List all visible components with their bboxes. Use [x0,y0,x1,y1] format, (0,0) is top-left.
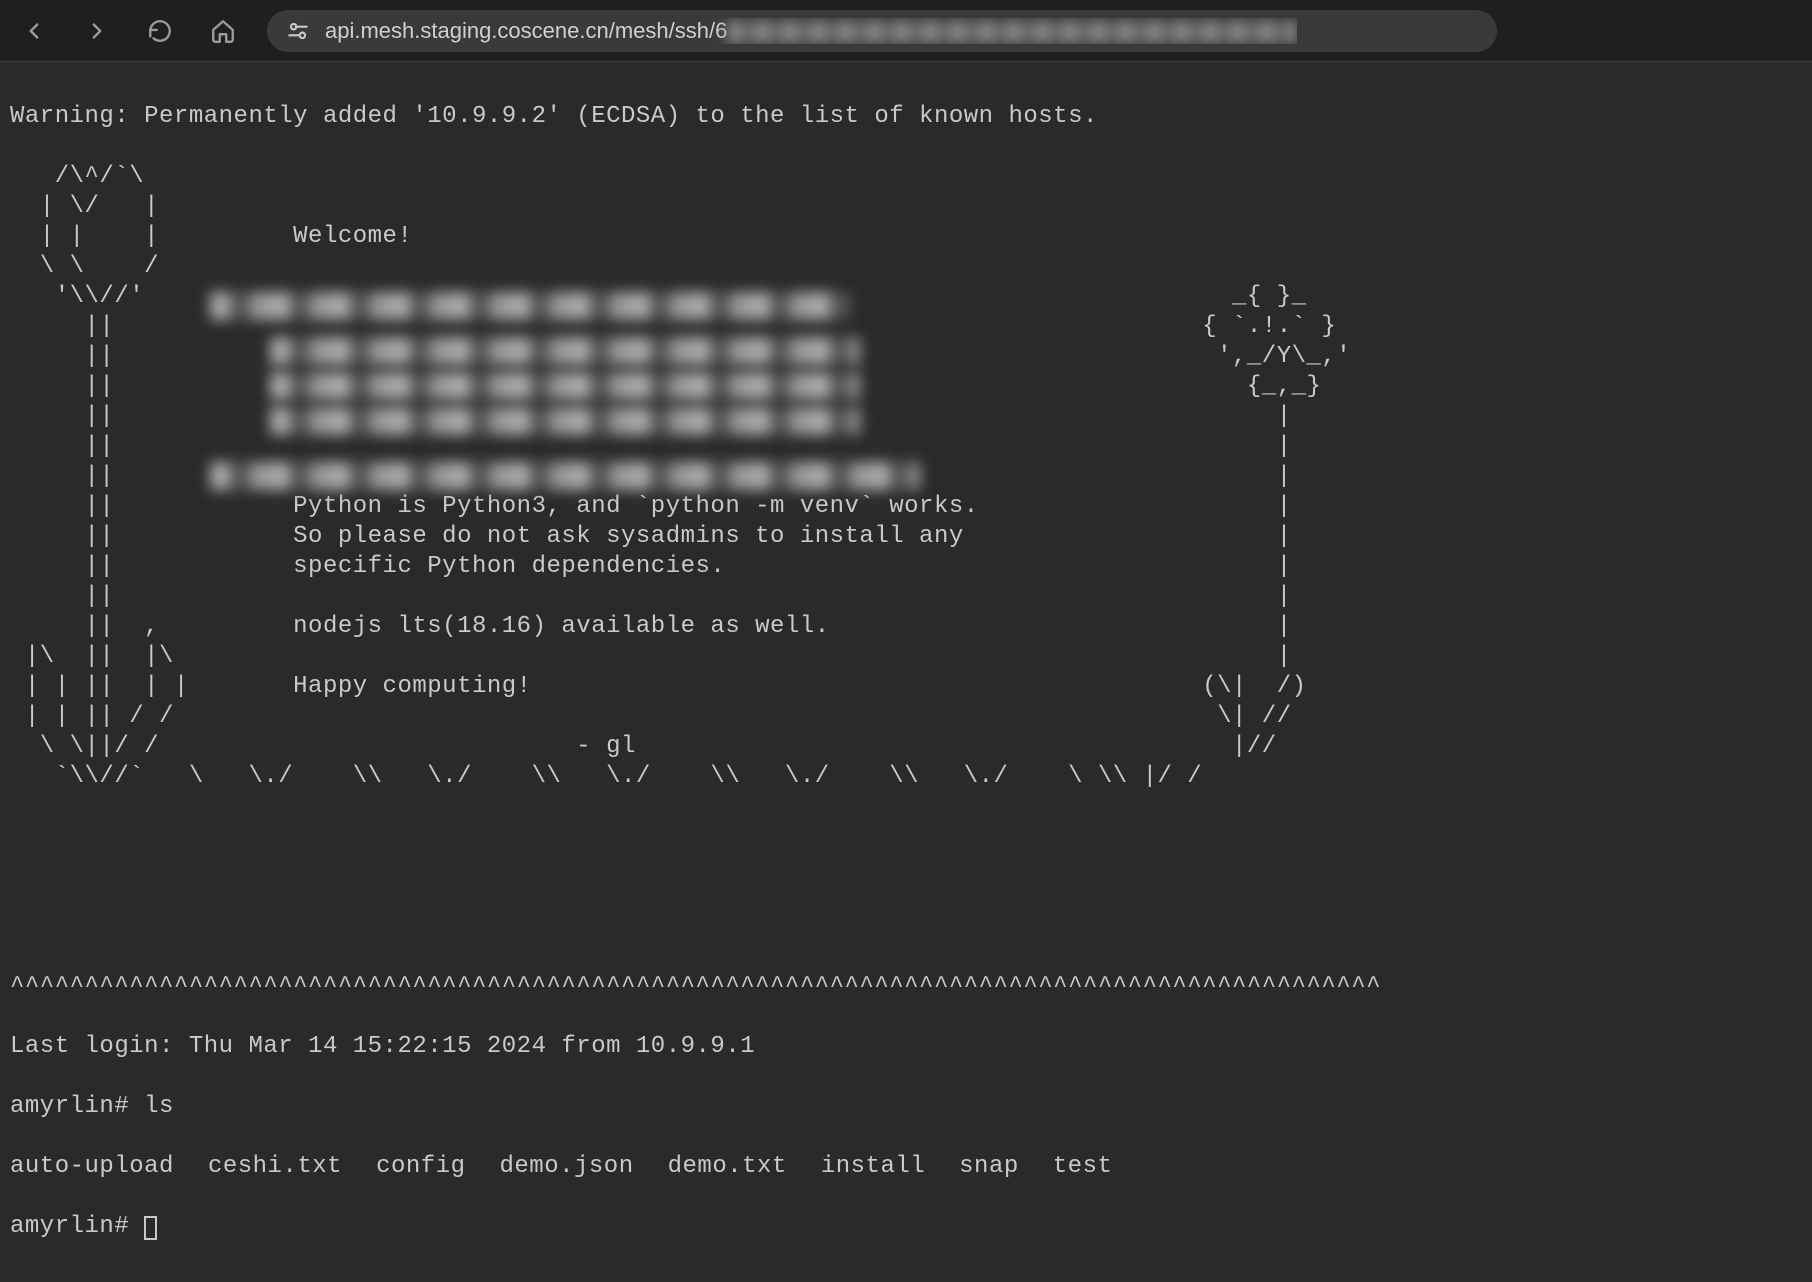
list-item: auto-upload [10,1152,174,1182]
site-info-icon[interactable] [285,18,311,44]
back-button[interactable] [20,17,48,45]
redacted-motd-2 [270,337,860,365]
reload-button[interactable] [146,17,174,45]
browser-toolbar: api.mesh.staging.coscene.cn/mesh/ssh/6 [0,0,1812,62]
last-login: Last login: Thu Mar 14 15:22:15 2024 fro… [10,1032,1802,1062]
redacted-motd-1 [210,292,850,320]
motd-ascii-art: /\^/`\ | \/ | | | | Welcome! \ \ / '\\//… [10,162,1802,942]
command-ls: ls [144,1093,174,1120]
prompt-line-2: amyrlin# [10,1212,1802,1242]
home-button[interactable] [209,17,237,45]
list-item: demo.json [499,1152,633,1182]
ls-output: auto-upload ceshi.txt config demo.json demo.… [10,1152,1802,1182]
nav-icon-group [20,17,237,45]
terminal-output[interactable]: Warning: Permanently added '10.9.9.2' (E… [0,62,1812,1282]
redacted-motd-3 [270,372,860,400]
list-item: config [376,1152,465,1182]
ssh-warning: Warning: Permanently added '10.9.9.2' (E… [10,102,1802,132]
prompt-line-1: amyrlin# ls [10,1092,1802,1122]
address-bar[interactable]: api.mesh.staging.coscene.cn/mesh/ssh/6 [267,10,1497,52]
terminal-cursor [144,1216,157,1240]
motd-wave: ^^^^^^^^^^^^^^^^^^^^^^^^^^^^^^^^^^^^^^^^… [10,972,1802,1002]
list-item: snap [959,1152,1019,1182]
list-item: test [1053,1152,1113,1182]
redacted-motd-5 [210,462,920,490]
list-item: install [821,1152,925,1182]
forward-button[interactable] [83,17,111,45]
redacted-motd-4 [270,407,860,435]
list-item: ceshi.txt [208,1152,342,1182]
url-text: api.mesh.staging.coscene.cn/mesh/ssh/6 [325,18,1297,44]
url-redacted [727,21,1297,43]
list-item: demo.txt [668,1152,787,1182]
